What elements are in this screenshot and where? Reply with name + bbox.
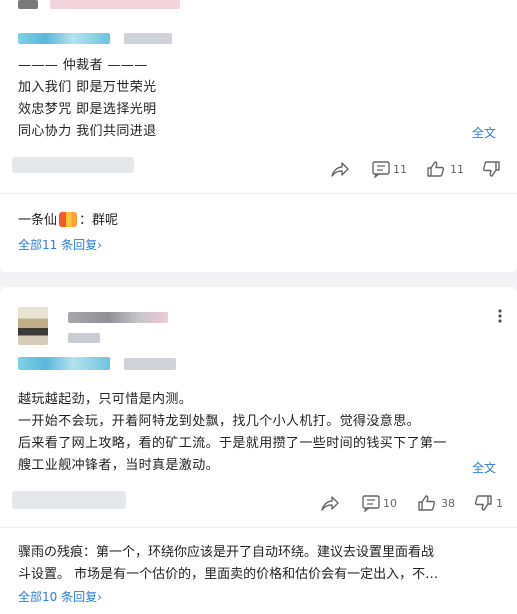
user-meta-blurred [18,357,110,370]
like-button[interactable]: 11 [426,160,464,178]
expand-full-text-link[interactable]: 全文 [472,459,496,476]
comment-line: ——— 仲裁者 ——— [18,58,148,73]
comment-card-1: ——— 仲裁者 ——— 加入我们 即是万世荣光 效忠梦咒 即是选择光明 同心协力… [0,0,517,272]
comment-button[interactable]: 11 [371,160,407,178]
reply-preview[interactable]: 一条仙 ：群呢 [18,209,118,228]
comment-icon [362,495,380,512]
timestamp-blurred [12,491,126,509]
username-blurred[interactable] [68,312,168,323]
comment-line: 一开始不会玩，开着阿特龙到处飘，找几个小人机打。觉得没意思。 [18,414,421,429]
user-tag-blurred [68,333,100,343]
share-button[interactable] [330,160,350,178]
comment-line: 同心协力 我们共同进退 [18,124,157,139]
dislike-button[interactable]: 1 [473,494,503,512]
user-meta-blurred-2 [124,358,176,370]
comment-line: 加入我们 即是万世荣光 [18,80,157,95]
dislike-count: 1 [496,496,503,510]
divider [0,193,517,194]
reply-text: 群呢 [92,213,119,228]
share-icon [331,162,349,177]
thumbs-down-icon [474,495,492,511]
all-replies-link[interactable]: 全部11 条回复› [18,236,102,253]
comment-card-2: 越玩越起劲，只可惜是内测。 一开始不会玩，开着阿特龙到处飘，找几个小人机打。觉得… [0,287,517,614]
comment-line: 效忠梦咒 即是选择光明 [18,102,157,117]
comment-count: 11 [393,162,407,176]
thumbs-up-icon [427,161,445,177]
divider [0,527,517,528]
like-button[interactable]: 38 [417,494,455,512]
all-replies-link[interactable]: 全部10 条回复› [18,588,102,605]
comment-line: 后来看了网上攻略，看的矿工流。于是就用攒了一些时间的钱买下了第一 [18,436,447,451]
dislike-button[interactable] [481,160,501,178]
timestamp-blurred [12,157,134,173]
username-blurred[interactable] [50,0,180,9]
all-replies-label: 全部10 条回复 [18,590,98,604]
thumbs-up-icon [418,495,436,511]
reply-preview-line[interactable]: 骤雨の残痕：第一个，环绕你应该是开了自动环绕。建议去设置里面看战 [18,541,434,560]
all-replies-label: 全部11 条回复 [18,238,98,252]
share-button[interactable] [320,494,340,512]
avatar[interactable] [18,0,38,9]
reply-separator: ： [79,213,93,228]
share-icon [321,496,339,511]
reply-author[interactable]: 一条仙 [18,213,57,228]
avatar[interactable] [18,307,48,345]
like-count: 11 [450,162,464,176]
user-meta-blurred-2 [124,33,172,44]
comment-icon [372,161,390,178]
comment-line: 越玩越起劲，只可惜是内测。 [18,392,193,407]
comment-line: 艘工业舰冲锋者，当时真是激动。 [18,458,220,473]
more-vertical-icon[interactable] [496,307,504,325]
comment-count: 10 [383,496,397,510]
chevron-right-icon: › [97,238,102,252]
comment-button[interactable]: 10 [361,494,397,512]
chevron-right-icon: › [97,590,102,604]
thumbs-down-icon [482,161,500,177]
level-badge-icon [59,212,78,227]
expand-full-text-link[interactable]: 全文 [472,124,496,141]
reply-preview-line[interactable]: 斗设置。 市场是有一个估价的，里面卖的价格和估价会有一定出入，不… [18,563,438,582]
like-count: 38 [441,496,455,510]
user-meta-blurred [18,33,110,44]
